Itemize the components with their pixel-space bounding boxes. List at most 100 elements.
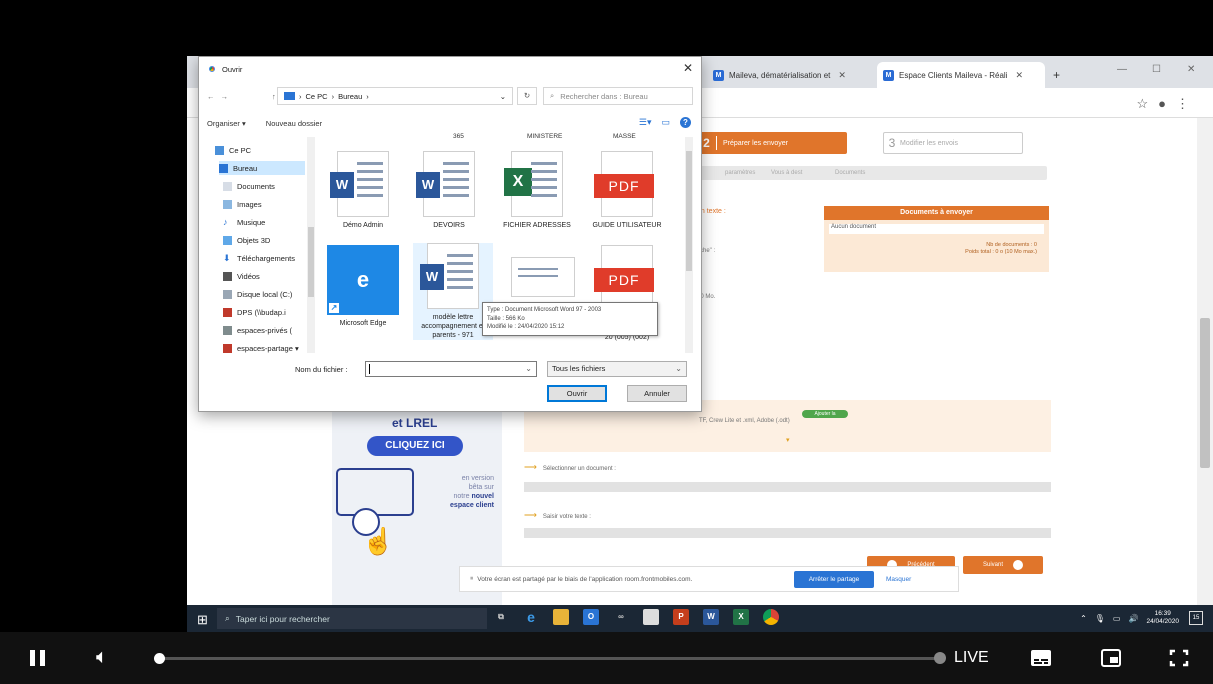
edge-taskbar-icon[interactable]: e <box>523 609 539 625</box>
profile-icon[interactable]: ● <box>1158 96 1176 111</box>
nav-item-images[interactable]: Images <box>223 197 262 211</box>
forward-arrow-icon[interactable]: → <box>221 92 229 101</box>
next-button[interactable]: Suivant <box>963 556 1043 574</box>
file-item[interactable]: W Démo Admin <box>323 151 403 230</box>
windows-start-icon[interactable]: ⊞ <box>197 612 208 628</box>
task-view-icon[interactable]: ⧉ <box>493 609 509 625</box>
cliquez-ici-button[interactable]: CLIQUEZ ICI <box>367 436 463 456</box>
captions-icon[interactable] <box>1030 648 1052 668</box>
add-file-button[interactable]: Ajouter la <box>802 410 848 418</box>
network-icon[interactable]: ▭ <box>1113 614 1121 623</box>
dialog-toolbar: Organiser ▾ Nouveau dossier <box>207 115 695 131</box>
nav-item-musique[interactable]: ♪ Musique <box>223 215 265 229</box>
new-tab-button[interactable]: + <box>1047 62 1071 88</box>
file-item-hovered[interactable]: W modèle lettre accompagnement et parent… <box>413 243 493 340</box>
progress-track[interactable] <box>158 657 938 660</box>
subtab-parametres[interactable]: paramètres <box>725 170 755 176</box>
nav-scroll-thumb[interactable] <box>308 227 314 297</box>
organize-menu[interactable]: Organiser ▾ <box>207 119 246 128</box>
window-app-icon[interactable] <box>643 609 659 625</box>
nav-item-disque-local[interactable]: Disque local (C:) <box>223 287 292 301</box>
path-dropdown-icon[interactable]: ⌄ <box>500 92 506 101</box>
bookmark-star-icon[interactable]: ☆ <box>1136 96 1158 111</box>
maximize-icon[interactable]: ☐ <box>1152 64 1161 75</box>
live-indicator[interactable]: LIVE <box>934 649 989 667</box>
file-explorer-icon[interactable] <box>553 609 569 625</box>
cancel-button[interactable]: Annuler <box>627 385 687 402</box>
new-folder-button[interactable]: Nouveau dossier <box>266 119 322 128</box>
files-scroll-thumb[interactable] <box>686 151 692 271</box>
up-arrow-icon[interactable]: ↑ <box>272 92 276 101</box>
browser-tab-maileva[interactable]: M Maileva, dématérialisation et ✕ <box>707 62 877 88</box>
file-item[interactable]: W DEVOIRS <box>409 151 489 230</box>
chevron-down-icon[interactable]: ⌄ <box>525 364 532 373</box>
file-item[interactable]: e ↗ Microsoft Edge <box>323 245 403 328</box>
filetype-select[interactable]: Tous les fichiers ⌄ <box>547 361 687 377</box>
address-path[interactable]: › Ce PC › Bureau › ⌄ <box>277 87 513 105</box>
taskbar-clock[interactable]: 16:39 24/04/2020 <box>1146 610 1179 626</box>
outlook-icon[interactable]: O <box>583 609 599 625</box>
close-window-icon[interactable]: ✕ <box>1187 64 1195 75</box>
step-2-tab[interactable]: 2 Préparer les envoyer <box>697 132 847 154</box>
file-item[interactable]: X FICHIER ADRESSES <box>497 151 577 230</box>
help-icon[interactable]: ? <box>680 117 691 128</box>
tab-close-icon[interactable]: ✕ <box>1016 70 1024 81</box>
view-mode-icon[interactable]: ☰▾ <box>639 117 652 128</box>
nav-item-documents[interactable]: Documents <box>223 179 275 193</box>
nav-item-dps[interactable]: DPS (\\budap.i <box>223 305 286 319</box>
tab-close-icon[interactable]: ✕ <box>838 70 846 81</box>
subtab-documents[interactable]: Documents <box>835 170 865 176</box>
nav-scrollbar[interactable] <box>307 137 315 353</box>
chrome-taskbar-icon[interactable] <box>763 609 779 625</box>
minimize-icon[interactable]: — <box>1117 64 1127 75</box>
dialog-close-icon[interactable]: ✕ <box>683 61 693 75</box>
enter-text-row[interactable]: ⟶ Saisir votre texte : <box>524 510 591 521</box>
files-scrollbar[interactable] <box>685 137 693 353</box>
volume-icon[interactable]: 🔈︎ <box>96 646 122 670</box>
file-item[interactable] <box>503 245 583 301</box>
nav-item-bureau[interactable]: Bureau <box>219 161 305 175</box>
menu-dots-icon[interactable]: ⋮ <box>1176 96 1199 111</box>
nav-item-espaces-partage[interactable]: espaces-partage ▾ <box>223 341 299 355</box>
nav-item-telechargements[interactable]: ⬇ Téléchargements <box>223 251 295 265</box>
nav-item-videos[interactable]: Vidéos <box>223 269 260 283</box>
stop-sharing-button[interactable]: Arrêter le partage <box>794 571 874 588</box>
step-3-tab[interactable]: 3 Modifier les envois <box>883 132 1023 154</box>
fullscreen-icon[interactable] <box>1168 648 1190 668</box>
back-arrow-icon[interactable]: ← <box>207 92 215 101</box>
page-scroll-thumb[interactable] <box>1200 318 1210 468</box>
file-tooltip: Type : Document Microsoft Word 97 - 2003… <box>482 302 658 336</box>
file-item[interactable]: PDF GUIDE UTILISATEUR <box>587 151 667 230</box>
nav-item-objets-3d[interactable]: Objets 3D <box>223 233 270 247</box>
progress-knob[interactable] <box>154 653 165 664</box>
hide-share-bar-link[interactable]: Masquer <box>886 571 911 588</box>
volume-icon[interactable]: 🔊 <box>1128 614 1138 623</box>
open-button[interactable]: Ouvrir <box>547 385 607 402</box>
select-document-band[interactable] <box>524 482 1051 492</box>
expand-arrow-icon[interactable]: ▾ <box>786 436 790 444</box>
taskbar-search[interactable]: ⌕ Taper ici pour rechercher <box>217 608 487 629</box>
path-segment-bureau[interactable]: Bureau <box>338 92 362 101</box>
notification-center-icon[interactable]: 15 <box>1189 611 1203 625</box>
documents-panel: Aucun document Nb de documents : 0 Poids… <box>824 220 1049 272</box>
enter-text-band[interactable] <box>524 528 1051 538</box>
subtab-destinataires[interactable]: Vous à dest <box>771 170 802 176</box>
tray-chevron-icon[interactable]: ⌃ <box>1080 614 1087 623</box>
dialog-search-input[interactable]: ⌕ Rechercher dans : Bureau <box>543 87 693 105</box>
powerpoint-icon[interactable]: P <box>673 609 689 625</box>
picture-in-picture-icon[interactable] <box>1100 648 1122 668</box>
nav-item-espaces-prives[interactable]: espaces-privés ( <box>223 323 292 337</box>
pause-button[interactable] <box>30 650 46 666</box>
excel-taskbar-icon[interactable]: X <box>733 609 749 625</box>
refresh-icon[interactable]: ↻ <box>517 87 537 105</box>
filename-input[interactable]: ⌄ <box>365 361 537 377</box>
microphone-icon[interactable]: 🎙 <box>1095 614 1105 623</box>
preview-pane-icon[interactable]: ▭ <box>661 117 670 128</box>
browser-tab-espace-clients[interactable]: M Espace Clients Maileva - Réali ✕ <box>877 62 1045 88</box>
path-segment-ce-pc[interactable]: Ce PC <box>306 92 328 101</box>
nav-item-ce-pc[interactable]: Ce PC <box>215 143 251 157</box>
infinity-app-icon[interactable]: ∞ <box>613 609 629 625</box>
select-document-row[interactable]: ⟶ Sélectionner un document : <box>524 462 616 473</box>
word-taskbar-icon[interactable]: W <box>703 609 719 625</box>
page-scrollbar[interactable] <box>1197 118 1213 632</box>
